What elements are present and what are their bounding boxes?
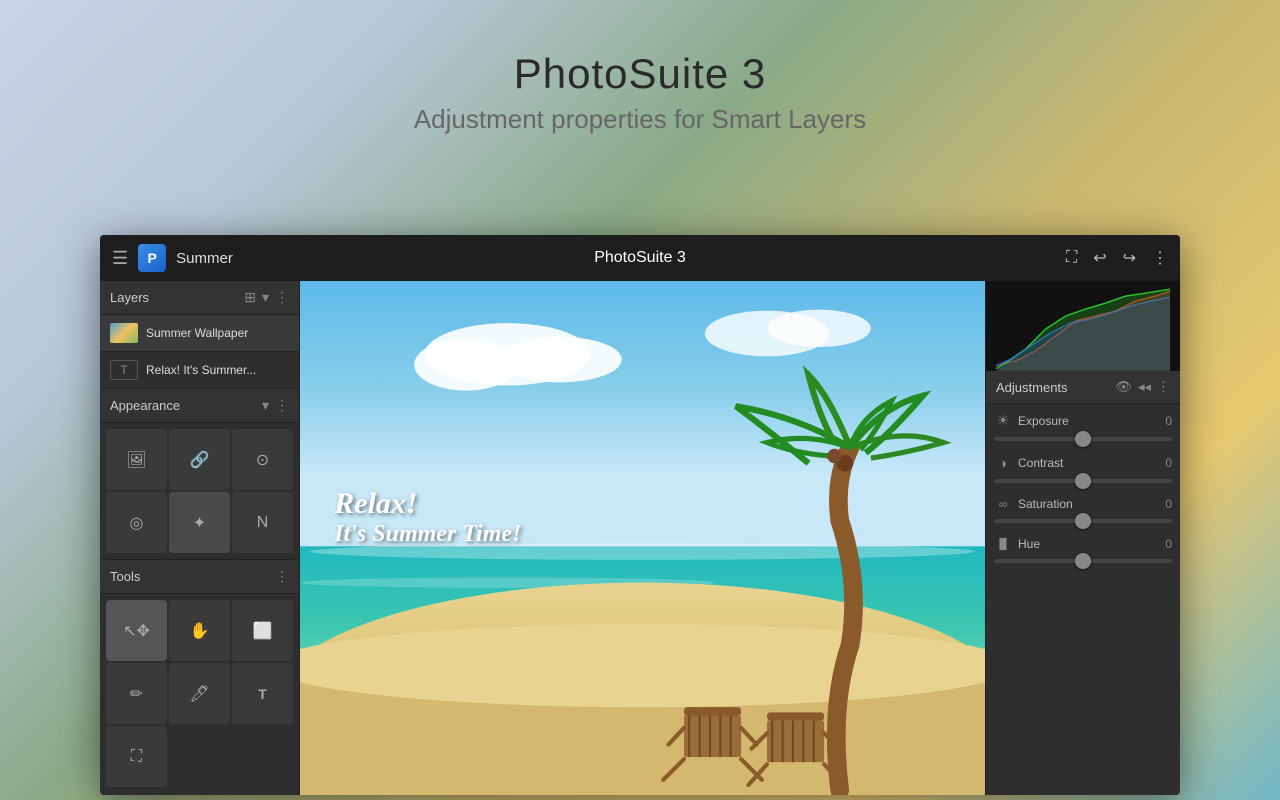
exposure-row: ☀ Exposure 0 [994,412,1172,441]
histogram-svg [986,281,1180,371]
left-panel: Layers ⊞ ▾ ⋮ Summer Wallpaper T Relax! I… [100,281,300,795]
appearance-n-btn[interactable]: N [232,492,293,553]
exposure-icon: ☀ [994,412,1012,429]
appearance-link-btn[interactable]: 🔗 [169,429,230,490]
exposure-track[interactable] [994,437,1172,441]
tools-grid: ↖✥ ✋ ⬜ ✏ 🖊 T ⛶ [100,594,299,793]
appearance-image-btn[interactable]: 🖼 [106,429,167,490]
layer-name: Summer Wallpaper [146,326,248,340]
layers-more-icon[interactable]: ⋮ [275,289,289,306]
canvas-area[interactable]: Relax! It's Summer Time! [300,281,985,795]
saturation-row: ∞ Saturation 0 [994,497,1172,523]
saturation-icon: ∞ [994,497,1012,511]
more-icon[interactable]: ⋮ [1152,248,1168,268]
redo-icon[interactable]: ↪ [1123,248,1136,268]
banner-title: PhotoSuite 3 [514,50,767,98]
appearance-circle-btn[interactable]: ⊙ [232,429,293,490]
hue-track[interactable] [994,559,1172,563]
hamburger-icon[interactable]: ☰ [112,248,128,269]
adjustments-back-icon[interactable]: ◂◂ [1138,379,1151,395]
layer-name: Relax! It's Summer... [146,363,256,377]
fullscreen-icon[interactable]: ⛶ [1066,249,1077,267]
appearance-header: Appearance ▾ ⋮ [100,389,299,423]
layers-add-icon[interactable]: ⊞ [244,289,256,306]
exposure-label: Exposure [1018,414,1152,428]
contrast-row: ◑ Contrast 0 [994,455,1172,483]
contrast-thumb[interactable] [1075,473,1091,489]
tool-text-btn[interactable]: T [232,663,293,724]
top-banner: PhotoSuite 3 Adjustment properties for S… [0,0,1280,185]
hue-icon: ▐▌ [994,539,1012,550]
canvas-text-line1: Relax! [334,487,521,521]
layers-header: Layers ⊞ ▾ ⋮ [100,281,299,315]
layers-dropdown-icon[interactable]: ▾ [262,289,269,306]
adjustments-content: ☀ Exposure 0 ◑ Contrast 0 [986,404,1180,571]
exposure-thumb[interactable] [1075,431,1091,447]
contrast-label: Contrast [1018,456,1152,470]
tools-header: Tools ⋮ [100,560,299,594]
right-panel: Adjustments 👁 ◂◂ ⋮ ☀ Exposure 0 [985,281,1180,795]
layer-thumbnail [110,323,138,343]
tools-section: Tools ⋮ ↖✥ ✋ ⬜ ✏ 🖊 T ⛶ [100,560,299,795]
contrast-icon: ◑ [994,455,1012,471]
histogram-area [986,281,1180,371]
tool-brush-btn[interactable]: 🖊 [169,663,230,724]
adjustments-more-icon[interactable]: ⋮ [1157,379,1170,395]
hue-row: ▐▌ Hue 0 [994,537,1172,563]
saturation-label: Saturation [1018,497,1152,511]
layer-item[interactable]: Summer Wallpaper [100,315,299,352]
app-logo: P [138,244,166,272]
appearance-grid: 🖼 🔗 ⊙ ◎ ✦ N [100,423,299,559]
appearance-sun-btn[interactable]: ✦ [169,492,230,553]
app-title: PhotoSuite 3 [594,249,686,267]
contrast-value: 0 [1152,456,1172,470]
tool-select-btn[interactable]: ↖✥ [106,600,167,661]
tools-title: Tools [110,569,269,584]
app-window: ☰ P Summer PhotoSuite 3 ⛶ ↩ ↪ ⋮ Layers ⊞… [100,235,1180,795]
adjustments-title: Adjustments [996,380,1109,395]
titlebar-actions: ⛶ ↩ ↪ ⋮ [1066,248,1168,268]
canvas-text-overlay: Relax! It's Summer Time! [334,487,521,548]
hue-value: 0 [1152,537,1172,551]
tool-pen-btn[interactable]: ✏ [106,663,167,724]
tool-crop-btn[interactable]: ⛶ [106,726,167,787]
layer-item[interactable]: T Relax! It's Summer... [100,352,299,389]
saturation-thumb[interactable] [1075,513,1091,529]
undo-icon[interactable]: ↩ [1093,248,1106,268]
tools-more-icon[interactable]: ⋮ [275,568,289,585]
tool-move-btn[interactable]: ✋ [169,600,230,661]
appearance-dropdown-icon[interactable]: ▾ [262,397,269,414]
appearance-globe-btn[interactable]: ◎ [106,492,167,553]
adjustments-header: Adjustments 👁 ◂◂ ⋮ [986,371,1180,404]
layer-text-icon: T [110,360,138,380]
banner-subtitle: Adjustment properties for Smart Layers [414,104,866,135]
canvas-text-line2: It's Summer Time! [334,521,521,548]
main-content: Layers ⊞ ▾ ⋮ Summer Wallpaper T Relax! I… [100,281,1180,795]
adjustments-eye-icon[interactable]: 👁 [1115,379,1132,395]
layers-title: Layers [110,290,238,305]
appearance-more-icon[interactable]: ⋮ [275,397,289,414]
hue-thumb[interactable] [1075,553,1091,569]
hue-label: Hue [1018,537,1152,551]
appearance-section: Appearance ▾ ⋮ 🖼 🔗 ⊙ ◎ ✦ N [100,389,299,560]
saturation-value: 0 [1152,497,1172,511]
exposure-value: 0 [1152,414,1172,428]
title-bar: ☰ P Summer PhotoSuite 3 ⛶ ↩ ↪ ⋮ [100,235,1180,281]
tool-rect-btn[interactable]: ⬜ [232,600,293,661]
appearance-title: Appearance [110,398,256,413]
saturation-track[interactable] [994,519,1172,523]
contrast-track[interactable] [994,479,1172,483]
